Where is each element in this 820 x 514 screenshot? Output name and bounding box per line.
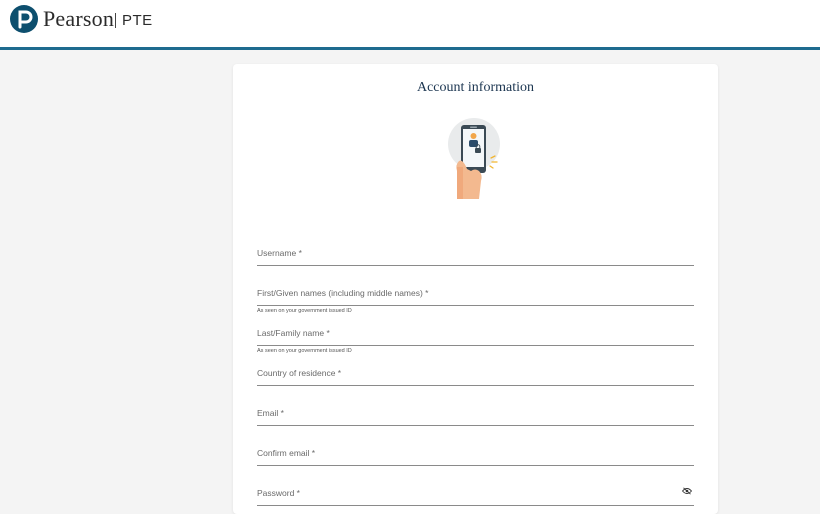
- last-name-input[interactable]: [257, 321, 694, 345]
- country-field[interactable]: Country of residence *: [257, 361, 694, 386]
- top-header: Pearson PTE: [0, 0, 820, 50]
- password-field[interactable]: Password *: [257, 481, 694, 506]
- product-name: PTE: [122, 12, 153, 29]
- country-input[interactable]: [257, 361, 694, 385]
- email-field[interactable]: Email *: [257, 401, 694, 426]
- account-information-card: Account information Username * First/Giv…: [233, 64, 718, 514]
- first-name-hint: As seen on your government issued ID: [257, 308, 352, 314]
- first-name-field[interactable]: First/Given names (including middle name…: [257, 281, 694, 306]
- last-name-field[interactable]: Last/Family name *: [257, 321, 694, 346]
- username-field[interactable]: Username *: [257, 241, 694, 266]
- pearson-logo-icon[interactable]: [10, 5, 38, 33]
- brand-divider: [115, 13, 116, 28]
- password-input[interactable]: [257, 481, 694, 505]
- confirm-email-field[interactable]: Confirm email *: [257, 441, 694, 466]
- last-name-hint: As seen on your government issued ID: [257, 348, 352, 354]
- email-input[interactable]: [257, 401, 694, 425]
- eye-off-icon[interactable]: [682, 487, 692, 495]
- confirm-email-input[interactable]: [257, 441, 694, 465]
- username-input[interactable]: [257, 241, 694, 265]
- page-title: Account information: [416, 80, 535, 95]
- first-name-input[interactable]: [257, 281, 694, 305]
- brand-name: Pearson: [43, 6, 115, 31]
- phone-verification-illustration: [447, 117, 507, 199]
